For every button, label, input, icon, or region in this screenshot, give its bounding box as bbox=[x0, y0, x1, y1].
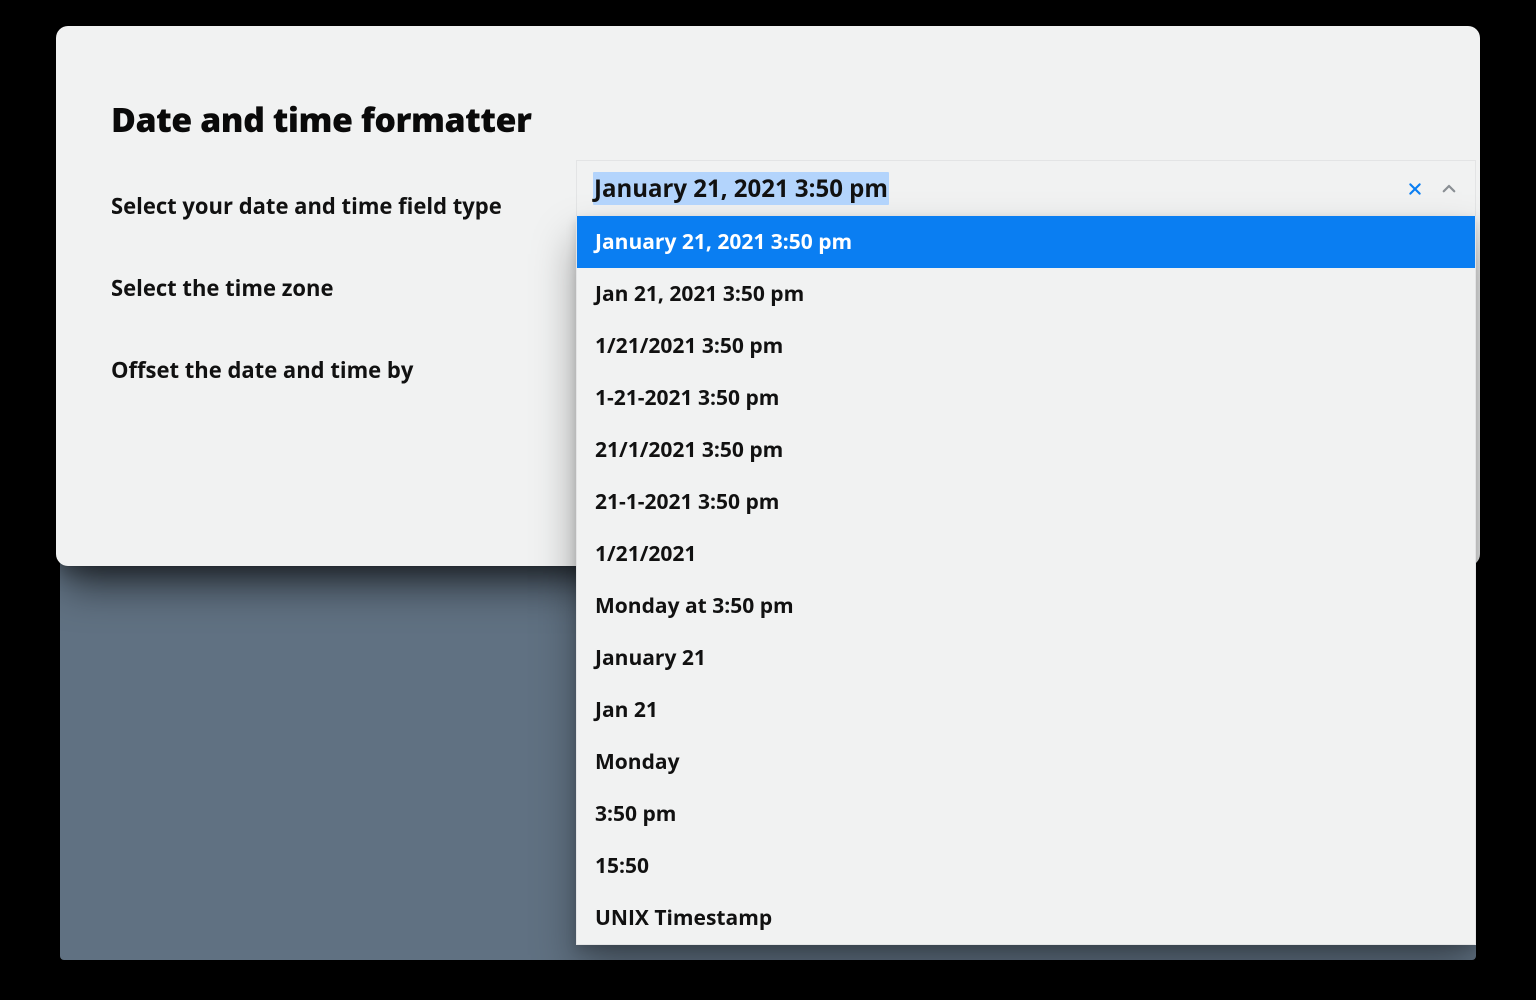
combobox-option[interactable]: Jan 21 bbox=[577, 684, 1475, 736]
label-time-zone: Select the time zone bbox=[111, 273, 581, 303]
combobox-option[interactable]: Monday bbox=[577, 736, 1475, 788]
label-field-type: Select your date and time field type bbox=[111, 191, 581, 221]
combobox-option[interactable]: 21-1-2021 3:50 pm bbox=[577, 476, 1475, 528]
modal-title: Date and time formatter bbox=[111, 96, 1425, 142]
combobox-option[interactable]: 1-21-2021 3:50 pm bbox=[577, 372, 1475, 424]
combobox-option[interactable]: January 21 bbox=[577, 632, 1475, 684]
field-type-combobox[interactable]: January 21, 2021 3:50 pm January 21, 202… bbox=[576, 160, 1476, 945]
combobox-value-highlight: January 21, 2021 3:50 pm bbox=[593, 172, 889, 205]
combobox-option[interactable]: 21/1/2021 3:50 pm bbox=[577, 424, 1475, 476]
combobox-option[interactable]: January 21, 2021 3:50 pm bbox=[577, 216, 1475, 268]
label-offset: Offset the date and time by bbox=[111, 355, 581, 385]
combobox-option[interactable]: 3:50 pm bbox=[577, 788, 1475, 840]
combobox-option[interactable]: Monday at 3:50 pm bbox=[577, 580, 1475, 632]
combobox-dropdown[interactable]: January 21, 2021 3:50 pmJan 21, 2021 3:5… bbox=[576, 216, 1476, 945]
close-icon[interactable] bbox=[1403, 177, 1427, 201]
combobox-option[interactable]: 15:50 bbox=[577, 840, 1475, 892]
combobox-option[interactable]: UNIX Timestamp bbox=[577, 892, 1475, 944]
combobox-option[interactable]: 1/21/2021 bbox=[577, 528, 1475, 580]
combobox-option[interactable]: Jan 21, 2021 3:50 pm bbox=[577, 268, 1475, 320]
combobox-option[interactable]: 1/21/2021 3:50 pm bbox=[577, 320, 1475, 372]
chevron-up-icon[interactable] bbox=[1437, 177, 1461, 201]
app-frame: Date and time formatter Select your date… bbox=[0, 0, 1536, 1000]
combobox-value[interactable]: January 21, 2021 3:50 pm bbox=[593, 172, 1393, 205]
combobox-control[interactable]: January 21, 2021 3:50 pm bbox=[576, 160, 1476, 216]
